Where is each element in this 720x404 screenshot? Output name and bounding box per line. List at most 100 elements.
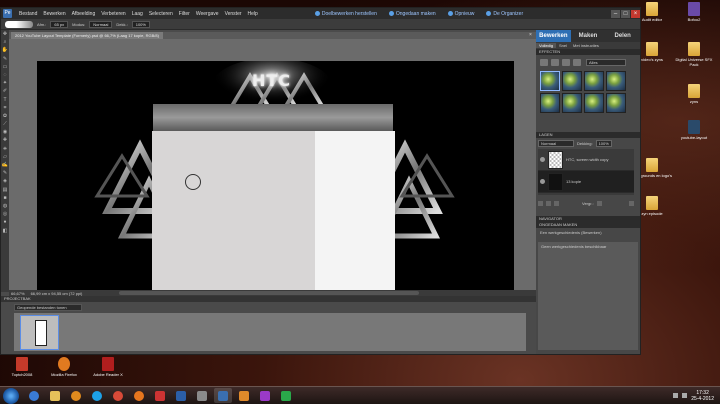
type-tool-icon[interactable]: T — [1, 96, 9, 104]
taskbar-pse[interactable] — [214, 388, 232, 403]
effect-thumbnail[interactable] — [606, 71, 626, 91]
effect-thumbnail[interactable] — [584, 71, 604, 91]
bin-filter-dropdown[interactable]: Geopende bestanden tonen — [14, 304, 82, 311]
layer-styles-icon[interactable] — [551, 59, 559, 66]
network-icon[interactable] — [673, 393, 679, 398]
shape-tool-icon[interactable]: ■ — [1, 194, 9, 202]
lasso-tool-icon[interactable]: ◌ — [1, 71, 9, 79]
taskbar-firefox[interactable] — [130, 388, 148, 403]
eye-icon[interactable] — [540, 179, 545, 184]
volume-icon[interactable] — [682, 393, 688, 398]
canvas-workspace[interactable]: HTC — [9, 39, 536, 291]
menu-venster[interactable]: Venster — [222, 11, 245, 17]
desktop-icon-digital-universe[interactable]: Digital Universe SFX Pack — [672, 42, 716, 67]
crop-tool-icon[interactable]: ⌗ — [1, 104, 9, 112]
clock[interactable]: 17:32 25-4-2012 — [691, 390, 714, 402]
taskbar-ie[interactable] — [25, 388, 43, 403]
project-bin-header[interactable]: PROJECTBAK — [1, 296, 536, 302]
blur-tool-icon[interactable]: ◍ — [1, 202, 9, 210]
effects-filter-dropdown[interactable]: Alles — [586, 59, 626, 66]
effect-thumbnail[interactable] — [540, 71, 560, 91]
menu-bewerken[interactable]: Bewerken — [40, 11, 68, 17]
start-button[interactable] — [3, 387, 19, 404]
brush-preset-picker[interactable] — [5, 20, 33, 28]
menu-weergave[interactable]: Weergave — [193, 11, 222, 17]
eraser-tool-icon[interactable]: ▱ — [1, 153, 9, 161]
cookie-cutter-icon[interactable]: ✿ — [1, 112, 9, 120]
effect-thumbnail[interactable] — [606, 93, 626, 113]
tab-delen[interactable]: Delen — [605, 30, 640, 42]
taskbar-app-2[interactable] — [193, 388, 211, 403]
photo-effects-icon[interactable] — [562, 59, 570, 66]
taskbar-app-3[interactable] — [235, 388, 253, 403]
document-tab[interactable]: 2012 YouTube Layout Template (Formerly).… — [11, 32, 163, 39]
desktop-icon-firefox[interactable]: Mozilla Firefox — [42, 357, 86, 377]
close-document-icon[interactable]: × — [529, 32, 534, 39]
new-layer-icon[interactable] — [538, 200, 543, 206]
blend-mode-dropdown[interactable]: Normaal — [538, 140, 574, 147]
menu-laag[interactable]: Laag — [129, 11, 146, 17]
menu-bestand[interactable]: Bestand — [16, 11, 40, 17]
desktop-icon-youtube-layout[interactable]: youtube-layout — [672, 120, 716, 140]
healing-brush-icon[interactable]: ✚ — [1, 136, 9, 144]
clone-stamp-icon[interactable]: ⎈ — [1, 145, 9, 153]
document-canvas[interactable]: HTC — [37, 61, 514, 291]
gradient-tool-icon[interactable]: ▤ — [1, 186, 9, 194]
undo-button[interactable]: Ongedaan maken — [383, 11, 442, 17]
history-state[interactable]: Een werkgeschiedenis (Bewerken) — [538, 230, 638, 236]
magic-wand-tool-icon[interactable]: ✦ — [1, 79, 9, 87]
eyedropper-tool-icon[interactable]: ✎ — [1, 55, 9, 63]
taskbar-app-4[interactable] — [256, 388, 274, 403]
effect-thumbnail[interactable] — [584, 93, 604, 113]
taskbar-photoshop[interactable] — [172, 388, 190, 403]
restore-button[interactable]: Doelbewerken herstellen — [309, 11, 383, 17]
selection-brush-icon[interactable]: ✐ — [1, 87, 9, 95]
taskbar-app[interactable] — [151, 388, 169, 403]
desktop-icon-bofoo2[interactable]: Bofoo2 — [672, 2, 716, 22]
subtab-snel[interactable]: Snel — [556, 43, 570, 48]
tab-bewerken[interactable]: Bewerken — [536, 30, 571, 42]
sponge-tool-icon[interactable]: ◎ — [1, 210, 9, 218]
move-tool-icon[interactable]: ✥ — [1, 30, 9, 38]
effect-thumbnail[interactable] — [562, 71, 582, 91]
document-thumbnail[interactable] — [20, 315, 59, 350]
lock-icon[interactable] — [596, 200, 602, 206]
menu-selecteren[interactable]: Selecteren — [146, 11, 176, 17]
straighten-tool-icon[interactable]: ⟋ — [1, 120, 9, 128]
brush-tool-icon[interactable]: ✍ — [1, 161, 9, 169]
organizer-button[interactable]: De Organizer — [480, 11, 529, 17]
menu-filter[interactable]: Filter — [176, 11, 193, 17]
taskbar-explorer[interactable] — [46, 388, 64, 403]
taskbar-app-5[interactable] — [277, 388, 295, 403]
filters-icon[interactable] — [540, 59, 548, 66]
dodge-tool-icon[interactable]: ● — [1, 218, 9, 226]
menu-help[interactable]: Help — [245, 11, 261, 17]
close-button[interactable]: × — [631, 9, 640, 18]
horizontal-scrollbar[interactable] — [119, 291, 419, 295]
layer-opacity-field[interactable]: 100% — [595, 140, 612, 147]
effect-thumbnail[interactable] — [540, 93, 560, 113]
marquee-tool-icon[interactable]: ▭ — [1, 63, 9, 71]
taskbar-skype[interactable] — [88, 388, 106, 403]
maximize-button[interactable]: □ — [621, 9, 630, 18]
hand-tool-icon[interactable]: ✋ — [1, 46, 9, 54]
redo-button[interactable]: Opnieuw — [442, 11, 481, 17]
desktop-icon-zyns[interactable]: zyns — [672, 84, 716, 104]
minimize-button[interactable]: – — [611, 9, 620, 18]
red-eye-tool-icon[interactable]: ◉ — [1, 128, 9, 136]
zoom-level[interactable]: 66,67% — [11, 291, 25, 296]
tab-maken[interactable]: Maken — [571, 30, 606, 42]
desktop-icon-toptch[interactable]: Toptch2008 — [0, 357, 44, 377]
eye-icon[interactable] — [540, 157, 545, 162]
desktop-icon-adobe-reader[interactable]: Adobe Reader X — [86, 357, 130, 377]
link-layer-icon[interactable] — [554, 200, 559, 206]
mode-select[interactable]: Normaal — [89, 20, 113, 28]
menu-verbeteren[interactable]: Verbeteren — [98, 11, 128, 17]
color-swatch-icon[interactable]: ◧ — [1, 227, 9, 235]
layer-row[interactable]: HTC, screen width copy — [538, 149, 634, 171]
menu-afbeelding[interactable]: Afbeelding — [69, 11, 99, 17]
opacity-field[interactable]: 100% — [131, 20, 150, 28]
taskbar-media-player[interactable] — [67, 388, 85, 403]
effects-all-icon[interactable] — [573, 59, 581, 66]
trash-icon[interactable] — [629, 200, 634, 206]
